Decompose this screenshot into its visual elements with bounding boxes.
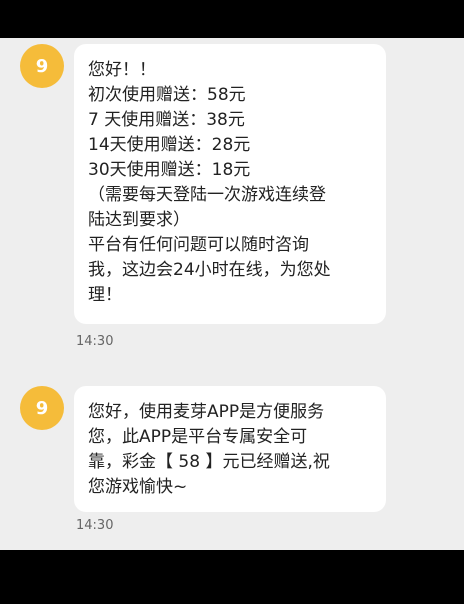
message-timestamp: 14:30 bbox=[76, 334, 114, 349]
message-line: 您，此APP是平台专属安全可 bbox=[88, 427, 308, 447]
message-line: 平台有任何问题可以随时咨询 bbox=[88, 235, 309, 255]
avatar[interactable]: 9 bbox=[20, 386, 64, 430]
message-line: 7 天使用赠送：38元 bbox=[88, 110, 245, 130]
message-timestamp: 14:30 bbox=[76, 518, 114, 533]
avatar-label: 9 bbox=[35, 397, 49, 419]
avatar[interactable]: 9 bbox=[20, 44, 64, 88]
message-line: 30天使用赠送：18元 bbox=[88, 160, 251, 180]
message-line: 您游戏愉快~ bbox=[88, 477, 188, 497]
message-line: 您好，使用麦芽APP是方便服务 bbox=[88, 402, 325, 422]
message-line: 陆达到要求） bbox=[88, 210, 190, 230]
message-line: 理！ bbox=[88, 285, 122, 305]
message-bubble[interactable]: 您好！！ 初次使用赠送：58元 7 天使用赠送：38元 14天使用赠送：28元 … bbox=[74, 44, 386, 324]
message-line: 初次使用赠送：58元 bbox=[88, 85, 246, 105]
message-bubble[interactable]: 您好，使用麦芽APP是方便服务 您，此APP是平台专属安全可 靠，彩金【 58 … bbox=[74, 386, 386, 512]
message-line: 我，这边会24小时在线，为您处 bbox=[88, 260, 331, 280]
message-line: 您好！！ bbox=[88, 60, 156, 80]
message-line: 14天使用赠送：28元 bbox=[88, 135, 251, 155]
avatar-label: 9 bbox=[35, 55, 49, 77]
message-line: 靠，彩金【 58 】元已经赠送,祝 bbox=[88, 452, 330, 472]
chat-screen: 9 您好！！ 初次使用赠送：58元 7 天使用赠送：38元 14天使用赠送：28… bbox=[0, 38, 464, 550]
message-line: （需要每天登陆一次游戏连续登 bbox=[88, 185, 326, 205]
